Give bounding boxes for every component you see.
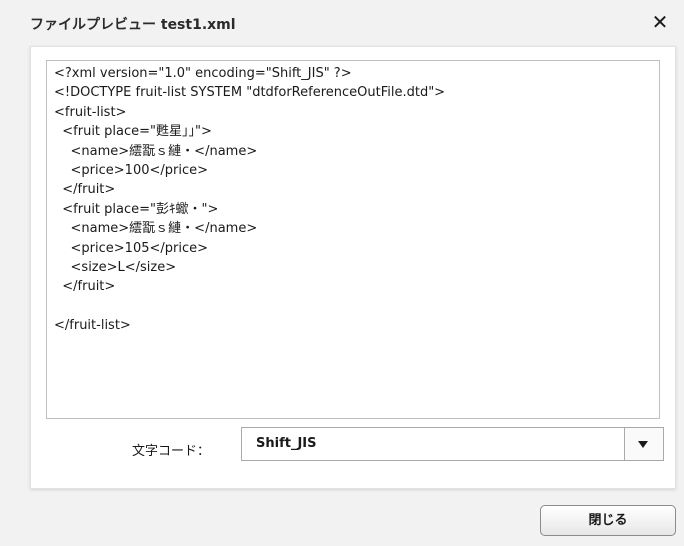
dialog-titlebar: ファイルプレビュー test1.xml ✕	[0, 0, 684, 46]
file-preview-textarea[interactable]: <?xml version="1.0" encoding="Shift_JIS"…	[46, 60, 660, 419]
close-icon[interactable]: ✕	[648, 10, 672, 34]
file-preview-dialog: ファイルプレビュー test1.xml ✕ <?xml version="1.0…	[0, 0, 684, 546]
encoding-label: 文字コード：	[132, 444, 211, 459]
dialog-title: ファイルプレビュー test1.xml	[30, 17, 236, 33]
close-button[interactable]: 閉じる	[540, 505, 676, 536]
chevron-down-icon	[638, 441, 648, 448]
encoding-selected-value: Shift_JIS	[256, 436, 317, 451]
encoding-select[interactable]: Shift_JIS	[241, 427, 664, 461]
encoding-dropdown-button[interactable]	[624, 428, 663, 460]
